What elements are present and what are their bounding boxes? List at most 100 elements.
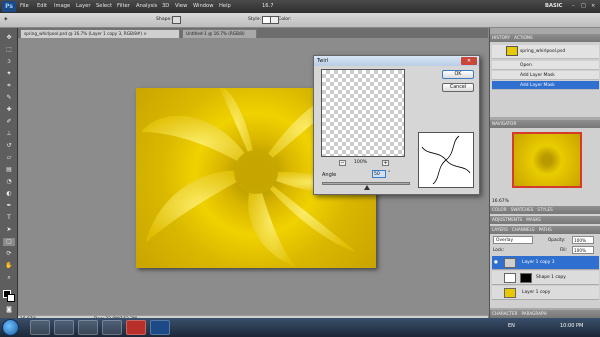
dialog-close-icon[interactable]: ✕ [461, 57, 477, 65]
eyedropper-tool-icon[interactable]: ✎ [3, 94, 15, 102]
close-icon[interactable]: × [591, 3, 595, 9]
tab-history[interactable]: HISTORY [490, 35, 512, 40]
taskbar: EN 10:00 PM [0, 318, 600, 337]
filter-preview[interactable] [321, 69, 405, 157]
blend-mode-select[interactable]: Overlay [493, 236, 533, 244]
snapshot-label: spring_whirlpool.psd [520, 49, 566, 54]
menu-edit[interactable]: Edit [37, 3, 47, 9]
start-button-icon[interactable] [2, 319, 19, 336]
layer-row[interactable]: Shape 1 copy [492, 271, 599, 285]
ok-button[interactable]: OK [442, 70, 474, 79]
move-tool-icon[interactable]: ✥ [3, 34, 15, 42]
stamp-tool-icon[interactable]: ⊥ [3, 130, 15, 138]
document-tabs: spring_whirlpool.psd @ 16.7% (Layer 1 co… [18, 28, 488, 38]
history-item[interactable]: Add Layer Mask [492, 71, 599, 80]
taskbar-app-icon[interactable] [102, 320, 122, 335]
color-swatch[interactable] [270, 16, 279, 24]
magic-wand-icon[interactable]: ✦ [3, 70, 15, 78]
gradient-tool-icon[interactable]: ▤ [3, 166, 15, 174]
menu-help[interactable]: Help [219, 3, 231, 9]
history-panel-header: HISTORY ACTIONS [490, 34, 600, 42]
dodge-tool-icon[interactable]: ◐ [3, 190, 15, 198]
tab-navigator[interactable]: NAVIGATOR [490, 121, 518, 126]
workspace-switcher[interactable]: BASIC [545, 3, 562, 9]
menu-file[interactable]: File [20, 3, 29, 9]
menu-select[interactable]: Select [96, 3, 112, 9]
taskbar-photoshop-icon[interactable] [150, 320, 170, 335]
menu-3d[interactable]: 3D [162, 3, 169, 9]
3d-rotate-icon[interactable]: ⟳ [3, 250, 15, 258]
tab-spring-whirlpool[interactable]: spring_whirlpool.psd @ 16.7% (Layer 1 co… [20, 29, 180, 38]
angle-slider-thumb[interactable] [364, 185, 370, 190]
zoom-level[interactable]: 16.7 [262, 3, 274, 9]
tab-masks[interactable]: MASKS [524, 217, 543, 222]
history-item[interactable]: Open [492, 61, 599, 70]
menu-image[interactable]: Image [54, 3, 70, 9]
hand-tool-icon[interactable]: ✋ [3, 262, 15, 270]
taskbar-browser-icon[interactable] [78, 320, 98, 335]
tab-adjustments[interactable]: ADJUSTMENTS [490, 217, 524, 222]
angle-slider[interactable] [322, 182, 410, 185]
tool-preset-icon[interactable]: ◈ [4, 17, 8, 22]
opacity-label: Opacity: [548, 237, 566, 242]
tab-paths[interactable]: PATHS [537, 227, 554, 232]
blur-tool-icon[interactable]: ◔ [3, 178, 15, 186]
language-indicator[interactable]: EN [508, 323, 515, 329]
type-tool-icon[interactable]: T [3, 214, 15, 222]
navigator-thumbnail[interactable] [512, 132, 582, 188]
healing-tool-icon[interactable]: ✚ [3, 106, 15, 114]
lock-label: Lock: [493, 247, 504, 252]
tab-channels[interactable]: CHANNELS [510, 227, 537, 232]
maximize-icon[interactable]: □ [581, 3, 586, 9]
zoom-tool-icon[interactable]: ⌕ [3, 274, 15, 282]
eraser-tool-icon[interactable]: ▱ [3, 154, 15, 162]
taskbar-media-icon[interactable] [54, 320, 74, 335]
history-item-selected[interactable]: Add Layer Mask [492, 81, 599, 90]
character-panel-header: CHARACTER PARAGRAPH [490, 310, 600, 318]
style-label: Style: [248, 17, 262, 22]
tab-character[interactable]: CHARACTER [490, 311, 520, 316]
history-brush-icon[interactable]: ↺ [3, 142, 15, 150]
tab-styles[interactable]: STYLES [535, 207, 554, 212]
path-select-icon[interactable]: ➤ [3, 226, 15, 234]
visibility-eye-icon[interactable]: ● [494, 260, 498, 265]
angle-input[interactable]: 50 [372, 170, 386, 178]
shape-picker[interactable] [172, 16, 181, 24]
tab-paragraph[interactable]: PARAGRAPH [520, 311, 549, 316]
pen-tool-icon[interactable]: ✒ [3, 202, 15, 210]
tab-color[interactable]: COLOR [490, 207, 509, 212]
quick-mask-icon[interactable]: ◙ [3, 306, 15, 314]
navigator-zoom[interactable]: 16.67% [492, 199, 509, 204]
crop-tool-icon[interactable]: ⌗ [3, 82, 15, 90]
minimize-icon[interactable]: – [572, 3, 575, 9]
zoom-in-button[interactable]: + [382, 160, 389, 166]
background-color[interactable] [7, 294, 15, 302]
tab-swatches[interactable]: SWATCHES [509, 207, 536, 212]
zoom-out-button[interactable]: − [339, 160, 346, 166]
menu-view[interactable]: View [175, 3, 187, 9]
shape-tool-icon[interactable]: ▢ [3, 238, 15, 246]
dialog-title: Twirl [314, 56, 479, 66]
cancel-button[interactable]: Cancel [442, 83, 474, 92]
lasso-tool-icon[interactable]: ↄ [3, 58, 15, 66]
layer-row[interactable]: Layer 1 copy [492, 286, 599, 300]
tab-layers[interactable]: LAYERS [490, 227, 510, 232]
tab-actions[interactable]: ACTIONS [512, 35, 535, 40]
tab-untitled-1[interactable]: Untitled-1 @ 16.7% (RGB/8) [182, 29, 257, 38]
menu-layer[interactable]: Layer [76, 3, 90, 9]
layer-mask-thumbnail [520, 273, 532, 283]
fill-field[interactable]: 100% [572, 246, 594, 254]
clock[interactable]: 10:00 PM [560, 323, 583, 329]
color-panel-header: COLOR SWATCHES STYLES [490, 206, 600, 214]
menu-analysis[interactable]: Analysis [136, 3, 157, 9]
layer-row-selected[interactable]: ● Layer 1 copy 3 [492, 256, 599, 270]
twirl-diagram [418, 132, 474, 188]
brush-tool-icon[interactable]: ✐ [3, 118, 15, 126]
marquee-tool-icon[interactable]: ⬚ [3, 46, 15, 54]
menu-bar: Ps File Edit Image Layer Select Filter A… [0, 0, 600, 13]
taskbar-explorer-icon[interactable] [30, 320, 50, 335]
taskbar-recorder-icon[interactable] [126, 320, 146, 335]
menu-filter[interactable]: Filter [117, 3, 130, 9]
opacity-field[interactable]: 100% [572, 236, 594, 244]
menu-window[interactable]: Window [193, 3, 213, 9]
